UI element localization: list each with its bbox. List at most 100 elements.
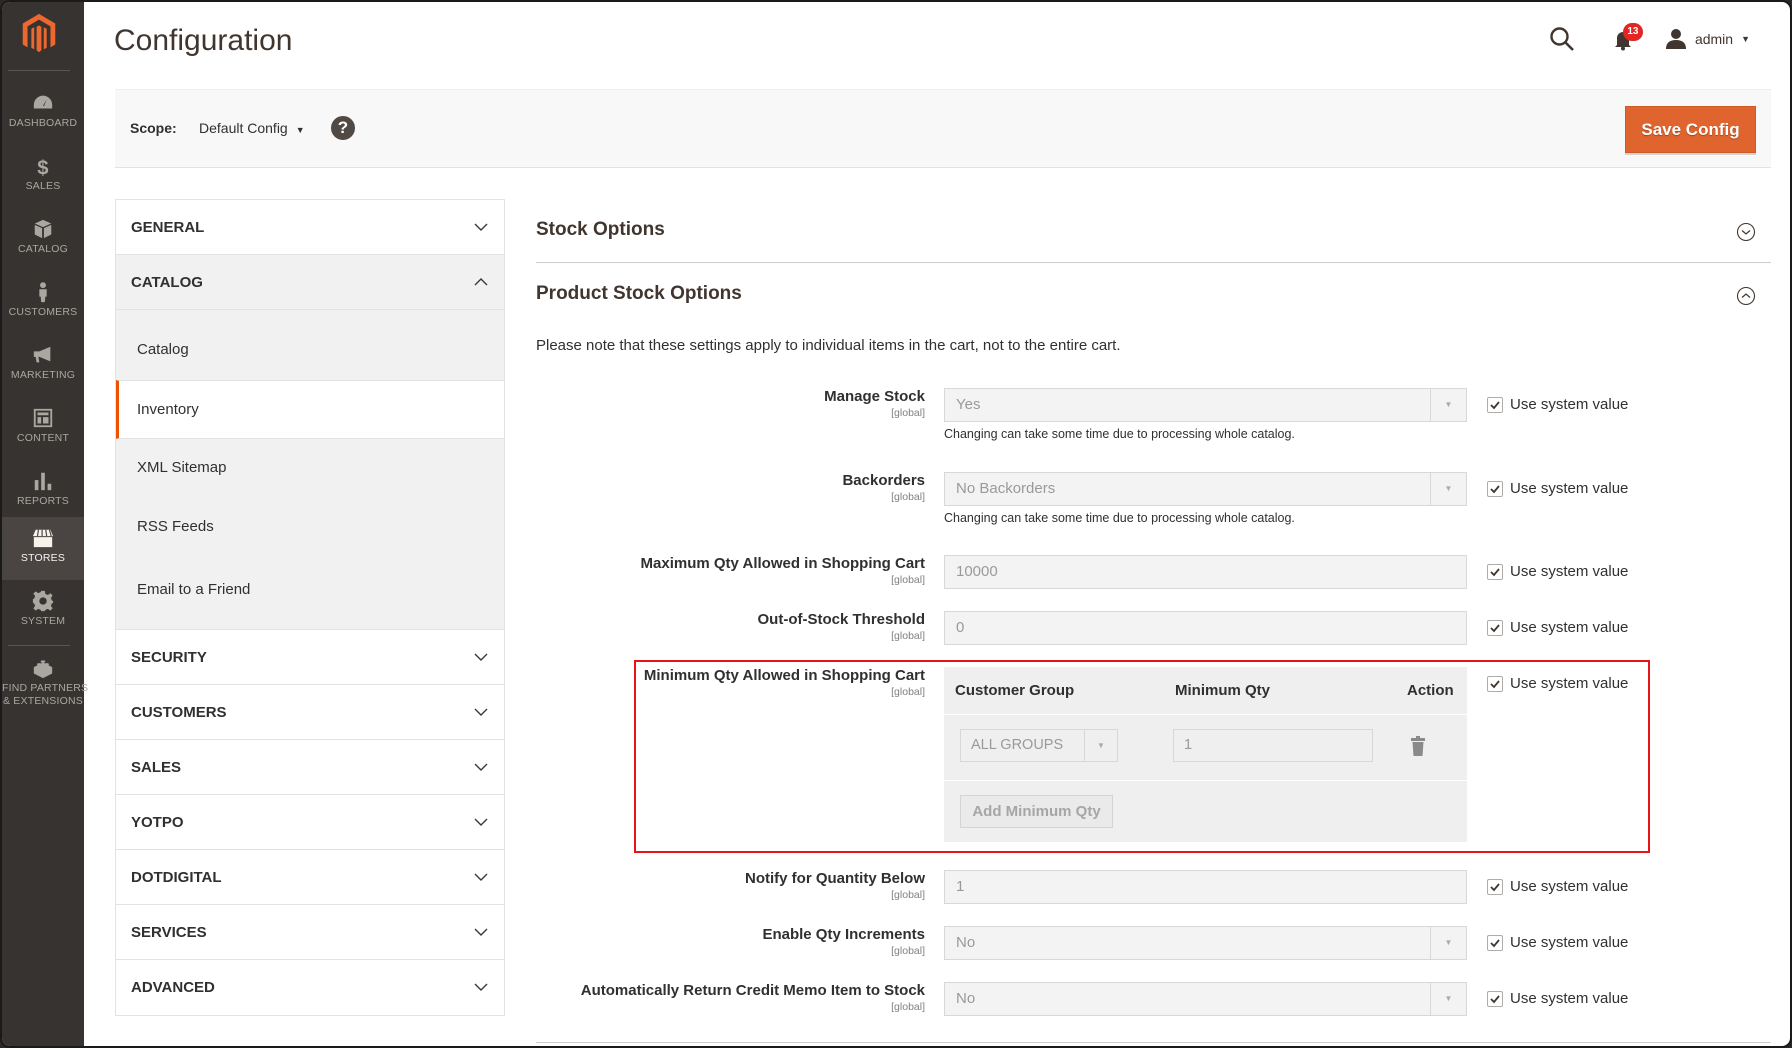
table-divider <box>944 780 1467 781</box>
config-item-email-to-a-friend[interactable]: Email to a Friend <box>116 557 504 629</box>
select-arrow-icon: ▼ <box>1430 927 1466 959</box>
notifications-button[interactable]: 13 <box>1611 23 1643 51</box>
checkbox-checked-icon <box>1487 563 1503 580</box>
svg-text:$: $ <box>37 157 48 177</box>
layout-icon <box>33 408 53 428</box>
config-tab-customers[interactable]: CUSTOMERS <box>116 685 504 740</box>
config-item-inventory[interactable]: Inventory <box>116 380 504 439</box>
megaphone-icon <box>33 346 51 363</box>
config-item-rss-feeds[interactable]: RSS Feeds <box>116 498 504 557</box>
config-tab-security[interactable]: SECURITY <box>116 630 504 685</box>
tab-label: GENERAL <box>131 219 205 236</box>
column-header-customer-group: Customer Group <box>955 682 1075 699</box>
sidebar-item-label: & EXTENSIONS <box>2 695 83 707</box>
select-arrow-icon: ▼ <box>1430 473 1466 505</box>
user-icon <box>1665 29 1686 49</box>
checkbox-checked-icon <box>1487 396 1503 413</box>
scope-switcher[interactable]: Default Config ▼ <box>199 120 305 136</box>
sidebar-item-dashboard[interactable]: DASHBOARD <box>2 82 84 145</box>
out-of-stock-threshold-input[interactable]: 0 <box>944 611 1467 645</box>
collapse-circle-icon[interactable] <box>1736 286 1756 306</box>
max-qty-use-system-checkbox[interactable]: Use system value <box>1487 563 1628 580</box>
customer-group-select[interactable]: ALL GROUPS ▼ <box>960 729 1118 762</box>
auto-return-use-system-checkbox[interactable]: Use system value <box>1487 990 1628 1007</box>
field-label-min-qty: Minimum Qty Allowed in Shopping Cart <box>643 667 925 684</box>
admin-sidebar: DASHBOARD $ SALES CATALOG CUSTOMERS MARK… <box>2 2 89 1046</box>
section-product-stock-options[interactable]: Product Stock Options <box>536 283 742 305</box>
checkbox-checked-icon <box>1487 990 1503 1007</box>
min-qty-use-system-checkbox[interactable]: Use system value <box>1487 675 1628 692</box>
checkbox-checked-icon <box>1487 934 1503 951</box>
field-hint: Changing can take some time due to proce… <box>944 511 1295 525</box>
sidebar-item-label: SALES <box>25 180 61 192</box>
notification-count-badge: 13 <box>1622 23 1643 41</box>
sidebar-item-sales[interactable]: $ SALES <box>2 145 84 208</box>
config-item-catalog[interactable]: Catalog <box>116 310 504 380</box>
backorders-use-system-checkbox[interactable]: Use system value <box>1487 480 1628 497</box>
tab-label: YOTPO <box>131 814 184 831</box>
field-label-notify-below: Notify for Quantity Below <box>745 870 925 887</box>
tab-label: DOTDIGITAL <box>131 869 222 886</box>
qty-increments-use-system-checkbox[interactable]: Use system value <box>1487 934 1628 951</box>
auto-return-credit-memo-select[interactable]: No ▼ <box>944 982 1467 1016</box>
field-scope: [global] <box>891 889 925 901</box>
config-tab-advanced[interactable]: ADVANCED <box>116 960 504 1015</box>
minimum-qty-input[interactable]: 1 <box>1173 729 1373 762</box>
config-tab-services[interactable]: SERVICES <box>116 905 504 960</box>
backorders-select[interactable]: No Backorders ▼ <box>944 472 1467 506</box>
user-menu[interactable]: admin ▼ <box>1665 28 1750 50</box>
save-config-button[interactable]: Save Config <box>1625 106 1756 153</box>
manage-stock-select[interactable]: Yes ▼ <box>944 388 1467 422</box>
sidebar-item-label: DASHBOARD <box>8 117 78 129</box>
user-name: admin <box>1694 31 1734 47</box>
notify-below-use-system-checkbox[interactable]: Use system value <box>1487 878 1628 895</box>
section-stock-options[interactable]: Stock Options <box>536 219 665 241</box>
field-scope: [global] <box>891 574 925 586</box>
sidebar-item-label: FIND PARTNERS <box>2 682 89 694</box>
sidebar-item-content[interactable]: CONTENT <box>2 397 84 460</box>
sidebar-divider <box>8 645 70 646</box>
trash-icon[interactable] <box>1410 736 1426 756</box>
config-tab-dotdigital[interactable]: DOTDIGITAL <box>116 850 504 905</box>
sidebar-item-catalog[interactable]: CATALOG <box>2 208 84 271</box>
chevron-up-icon <box>474 278 488 286</box>
tab-label: SECURITY <box>131 649 207 666</box>
manage-stock-use-system-checkbox[interactable]: Use system value <box>1487 396 1628 413</box>
sidebar-item-customers[interactable]: CUSTOMERS <box>2 271 84 334</box>
max-qty-input[interactable]: 10000 <box>944 555 1467 589</box>
help-icon[interactable]: ? <box>331 116 355 140</box>
enable-qty-increments-select[interactable]: No ▼ <box>944 926 1467 960</box>
header-actions: 13 admin ▼ <box>1549 23 1750 54</box>
out-of-stock-use-system-checkbox[interactable]: Use system value <box>1487 619 1628 636</box>
field-scope: [global] <box>891 407 925 419</box>
field-label-auto-return: Automatically Return Credit Memo Item to… <box>580 982 925 999</box>
config-tab-general[interactable]: GENERAL <box>116 200 504 255</box>
field-label-manage-stock: Manage Stock <box>824 388 925 405</box>
search-icon[interactable] <box>1549 26 1575 52</box>
sidebar-item-marketing[interactable]: MARKETING <box>2 334 84 397</box>
notify-quantity-below-input[interactable]: 1 <box>944 870 1467 904</box>
sidebar-item-find-partners[interactable]: FIND PARTNERS & EXTENSIONS <box>2 647 89 717</box>
field-label-max-qty: Maximum Qty Allowed in Shopping Cart <box>640 555 925 572</box>
sidebar-item-stores[interactable]: STORES <box>2 517 84 580</box>
config-tab-catalog[interactable]: CATALOG <box>116 255 504 310</box>
gear-icon <box>32 590 54 612</box>
config-tab-sales[interactable]: SALES <box>116 740 504 795</box>
section-note: Please note that these settings apply to… <box>536 337 1121 354</box>
field-scope: [global] <box>891 945 925 957</box>
field-scope: [global] <box>891 491 925 503</box>
config-tab-yotpo[interactable]: YOTPO <box>116 795 504 850</box>
add-minimum-qty-button[interactable]: Add Minimum Qty <box>960 795 1113 828</box>
tab-label: SERVICES <box>131 924 207 941</box>
tab-label: SALES <box>131 759 182 776</box>
catalog-subitems: Catalog Inventory XML Sitemap RSS Feeds … <box>116 310 504 630</box>
magento-logo-icon[interactable] <box>19 12 59 56</box>
sidebar-item-reports[interactable]: REPORTS <box>2 460 84 523</box>
sidebar-item-system[interactable]: SYSTEM <box>2 580 84 643</box>
config-item-xml-sitemap[interactable]: XML Sitemap <box>116 439 504 498</box>
expand-circle-icon[interactable] <box>1736 222 1756 242</box>
field-scope: [global] <box>891 686 925 698</box>
box-icon <box>34 219 52 239</box>
chevron-down-icon <box>474 763 488 771</box>
field-label-out-of-stock: Out-of-Stock Threshold <box>757 611 926 628</box>
